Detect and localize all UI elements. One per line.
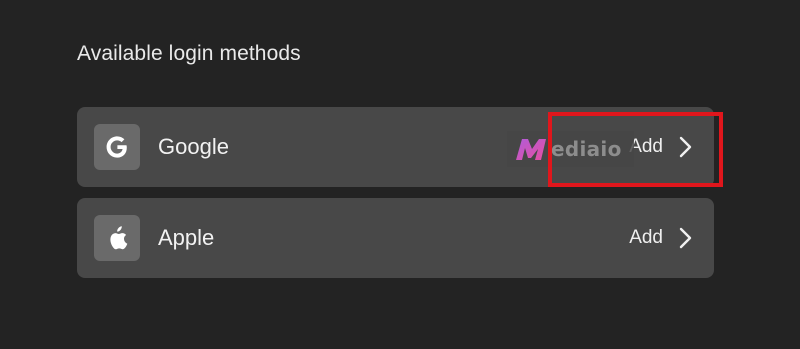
google-add-button[interactable]: Add [629,107,663,187]
chevron-right-icon[interactable] [677,226,695,250]
chevron-right-icon[interactable] [677,135,695,159]
method-name-apple: Apple [158,225,215,250]
apple-add-button[interactable]: Add [629,198,663,278]
login-method-apple[interactable]: Apple Add [77,198,714,278]
method-name-google: Google [158,134,229,159]
login-methods-page: Available login methods Google Add Apple… [0,0,800,349]
login-method-google[interactable]: Google Add [77,107,714,187]
apple-icon [94,215,140,261]
section-title: Available login methods [77,42,301,65]
google-g-icon [94,124,140,170]
